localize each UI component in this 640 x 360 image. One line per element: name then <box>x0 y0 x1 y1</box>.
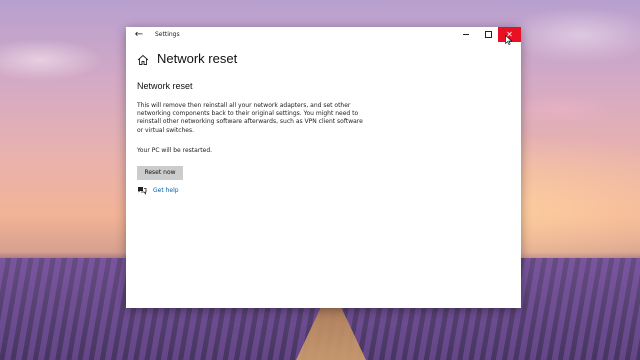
maximize-icon <box>484 30 492 38</box>
chat-help-icon <box>138 187 147 195</box>
settings-window: ← Settings ✕ Network reset Network reset… <box>126 27 521 308</box>
section-title: Network reset <box>137 81 193 91</box>
minimize-icon <box>463 33 469 35</box>
mouse-cursor-icon <box>505 35 513 45</box>
restart-note: Your PC will be restarted. <box>137 147 213 154</box>
back-button[interactable]: ← <box>132 28 146 41</box>
minimize-button[interactable] <box>455 27 477 42</box>
window-title: Settings <box>155 31 180 38</box>
page-title: Network reset <box>157 51 238 66</box>
description-text: This will remove then reinstall all your… <box>137 102 363 134</box>
back-arrow-icon: ← <box>134 29 144 40</box>
maximize-button[interactable] <box>477 27 499 42</box>
title-bar[interactable]: ← Settings ✕ <box>126 27 521 42</box>
home-icon[interactable] <box>137 54 149 66</box>
get-help-link[interactable]: Get help <box>153 186 179 195</box>
reset-now-button[interactable]: Reset now <box>137 166 183 180</box>
